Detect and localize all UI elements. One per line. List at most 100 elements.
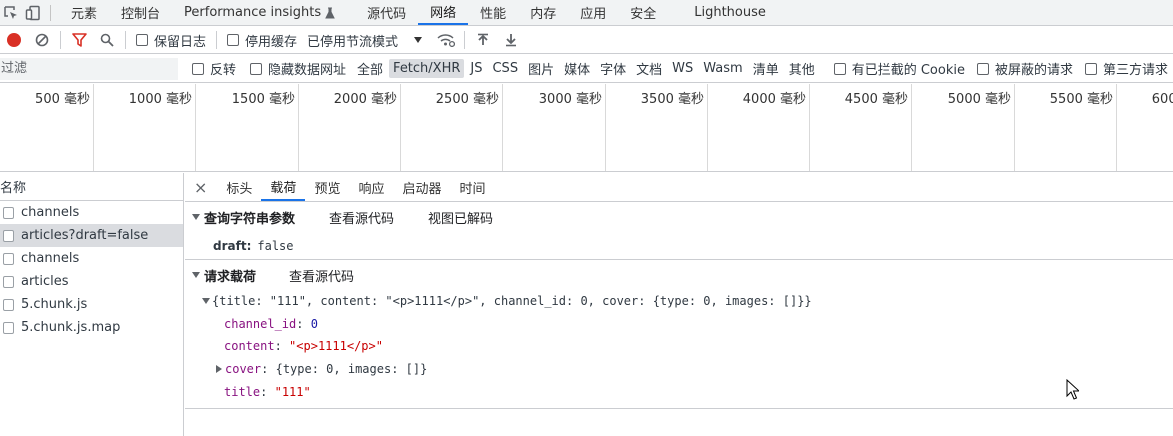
disable-cache-label: 停用缓存 — [245, 34, 298, 50]
view-decoded-button[interactable]: 视图已解码 — [428, 208, 493, 227]
file-icon — [3, 252, 14, 265]
filter-input[interactable] — [0, 57, 178, 80]
experiment-flask-icon — [325, 7, 335, 18]
type-filter-button[interactable]: JS — [466, 59, 486, 78]
panel-tab[interactable]: 内存 — [518, 0, 568, 25]
query-params-section[interactable]: 查询字符串参数 查看源代码 视图已解码 — [192, 202, 1173, 232]
field-key: cover — [225, 361, 262, 376]
request-row[interactable]: articles — [0, 270, 183, 293]
request-list: 名称 channels articles?draft=false channels a… — [0, 173, 184, 436]
request-payload-section[interactable]: 请求载荷 查看源代码 — [192, 260, 1173, 290]
detail-tab[interactable]: 时间 — [450, 173, 494, 201]
type-filter-button[interactable]: 文档 — [632, 57, 666, 80]
file-icon — [3, 298, 14, 311]
type-filter-button[interactable]: Wasm — [699, 59, 746, 78]
throttling-select[interactable]: 已停用节流模式 — [307, 31, 423, 50]
invert-checkbox[interactable] — [192, 62, 204, 75]
request-details-pane: × 标头 载荷 预览 响应 启动器 时间 查询字符串参数 查看源代码 视图已解码 draf… — [185, 173, 1173, 436]
field-value: {type: 0, images: []} — [275, 361, 428, 376]
export-har-button[interactable] — [497, 27, 525, 53]
type-filter-button[interactable]: Fetch/XHR — [389, 59, 465, 78]
third-party-checkbox[interactable] — [1085, 62, 1097, 75]
payload-summary-text: {title: "111", content: "<p>1111</p>", c… — [212, 294, 812, 308]
divider — [50, 4, 51, 21]
name-column-header[interactable]: 名称 — [0, 173, 183, 201]
type-filter-button[interactable]: 图片 — [524, 57, 558, 80]
panel-tab-label: Performance insights — [184, 5, 322, 20]
request-row[interactable]: 5.chunk.js.map — [0, 316, 183, 339]
filter-toggle-button[interactable] — [65, 27, 93, 53]
preserve-log-label: 保留日志 — [154, 34, 207, 50]
request-row[interactable]: channels — [0, 201, 183, 224]
detail-tab-bar: × 标头 载荷 预览 响应 启动器 时间 — [185, 173, 1173, 202]
request-name: 5.chunk.js — [21, 297, 88, 312]
clear-button[interactable] — [28, 27, 56, 53]
network-toolbar: 保留日志 停用缓存 已停用节流模式 — [0, 27, 1173, 54]
timeline-tick-label: 500 毫秒 — [0, 84, 94, 171]
detail-tab[interactable]: 载荷 — [261, 173, 306, 201]
blocked-cookies-label: 有已拦截的 Cookie — [851, 63, 965, 78]
invert-label: 反转 — [210, 63, 237, 78]
view-source-button[interactable]: 查看源代码 — [329, 208, 394, 227]
panel-tab[interactable]: 元素 — [59, 0, 109, 25]
panel-tab-bar: 元素 控制台 Performance insights 源代码 网络 性能 内存 应用 安全 Li… — [0, 0, 1173, 26]
type-filter-button[interactable]: 媒体 — [560, 57, 594, 80]
timeline-tick-label: 5000 毫秒 — [913, 84, 1015, 171]
field-colon: : — [296, 316, 304, 331]
timeline-overview[interactable]: 500 毫秒 1000 毫秒 1500 毫秒 2000 毫秒 2500 毫秒 3000 毫… — [0, 84, 1173, 172]
param-colon: : — [246, 238, 252, 253]
detail-tab[interactable]: 预览 — [305, 173, 349, 201]
type-filter-button[interactable]: 全部 — [353, 57, 387, 80]
panel-tab[interactable]: 性能 — [468, 0, 518, 25]
close-icon[interactable]: × — [185, 178, 217, 197]
disable-cache-checkbox[interactable] — [227, 34, 240, 46]
panel-tab[interactable]: 网络 — [418, 0, 469, 25]
import-har-button[interactable] — [469, 27, 497, 53]
query-params-title: 查询字符串参数 — [204, 211, 296, 227]
detail-tab[interactable]: 响应 — [349, 173, 393, 201]
file-icon — [3, 321, 14, 334]
network-conditions-button[interactable] — [432, 27, 460, 53]
file-icon — [3, 275, 14, 288]
request-row[interactable]: articles?draft=false — [0, 224, 183, 247]
panel-tab[interactable]: 应用 — [568, 0, 618, 25]
panel-tab[interactable]: Lighthouse — [682, 0, 778, 25]
field-value: "<p>1111</p>" — [289, 339, 383, 353]
type-filter-button[interactable]: 清单 — [749, 57, 783, 80]
hide-data-urls-label: 隐藏数据网址 — [268, 63, 347, 78]
panel-tab[interactable]: 源代码 — [355, 0, 418, 25]
third-party-label: 第三方请求 — [1103, 63, 1169, 78]
throttling-value: 已停用节流模式 — [307, 34, 399, 50]
divider — [216, 31, 218, 49]
blocked-requests-checkbox[interactable] — [976, 62, 989, 75]
timeline-tick-label: 2500 毫秒 — [401, 84, 503, 171]
inspect-icon[interactable] — [0, 2, 22, 24]
request-row[interactable]: channels — [0, 247, 183, 270]
blocked-requests-label: 被屏蔽的请求 — [994, 63, 1073, 78]
request-row[interactable]: 5.chunk.js — [0, 293, 183, 316]
view-source-button[interactable]: 查看源代码 — [289, 266, 354, 285]
search-button[interactable] — [93, 27, 121, 53]
blocked-cookies-checkbox[interactable] — [833, 62, 846, 75]
detail-tab[interactable]: 标头 — [217, 173, 261, 201]
hide-data-urls-checkbox[interactable] — [250, 62, 263, 75]
panel-tab[interactable]: 控制台 — [109, 0, 172, 25]
type-filter-button[interactable]: WS — [668, 59, 697, 78]
divider — [185, 408, 1173, 409]
type-filter-button[interactable]: 字体 — [596, 57, 630, 80]
device-toggle-icon[interactable] — [22, 2, 44, 24]
record-button[interactable] — [0, 27, 28, 53]
detail-tab[interactable]: 启动器 — [393, 173, 450, 201]
timeline-tick-label: 3000 毫秒 — [504, 84, 606, 171]
field-key: channel_id — [224, 316, 297, 331]
field-value: 0 — [310, 316, 318, 331]
type-filter-button[interactable]: 其他 — [785, 57, 819, 80]
request-name: channels — [21, 251, 80, 266]
type-filter-button[interactable]: CSS — [488, 59, 522, 78]
field-colon: : — [260, 384, 268, 399]
payload-field-cover[interactable]: cover: {type: 0, images: []} — [192, 357, 1173, 380]
payload-object-summary[interactable]: {title: "111", content: "<p>1111</p>", c… — [192, 290, 1173, 312]
preserve-log-checkbox[interactable] — [136, 34, 148, 46]
panel-tab[interactable]: 安全 — [618, 0, 682, 25]
panel-tab[interactable]: Performance insights — [172, 0, 355, 25]
